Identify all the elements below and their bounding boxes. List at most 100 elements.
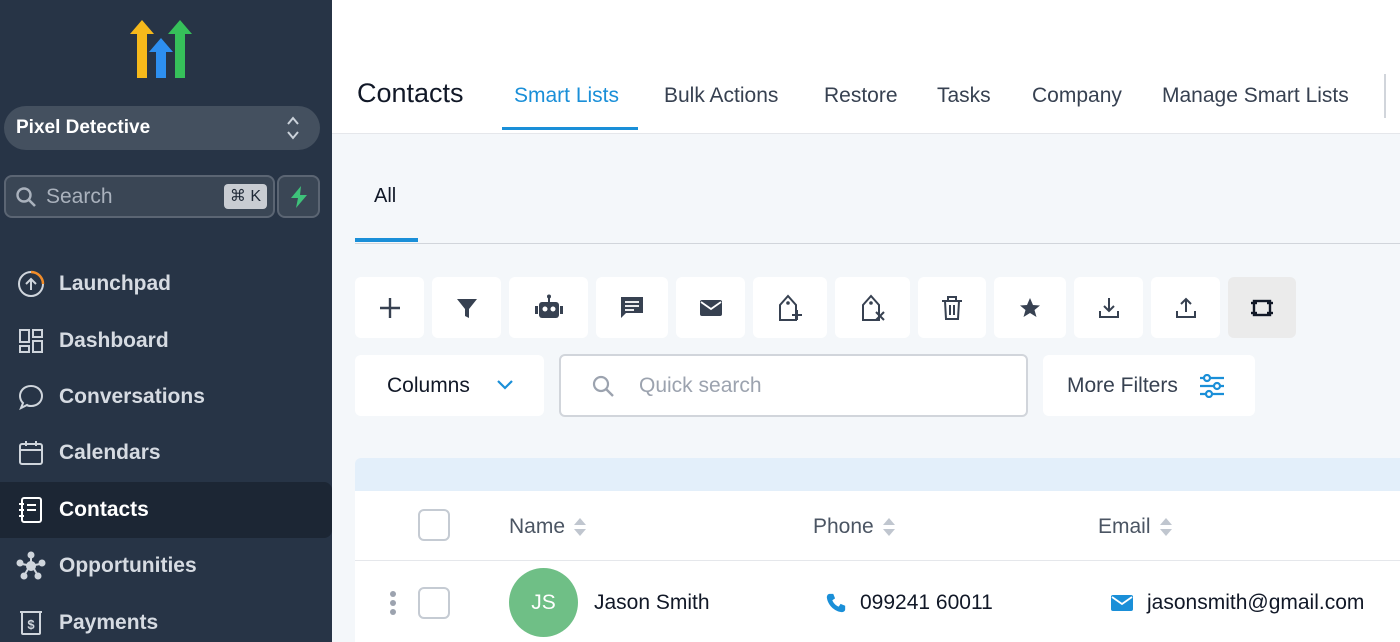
contact-phone: 099241 60011 xyxy=(860,591,993,614)
filter-button[interactable] xyxy=(432,277,501,338)
row-checkbox[interactable] xyxy=(418,587,450,619)
active-tab-indicator xyxy=(502,127,638,130)
launchpad-icon xyxy=(16,269,46,299)
sidebar: Pixel Detective Search ⌘ K Launchpad Das… xyxy=(0,0,332,642)
sidebar-item-contacts[interactable]: Contacts xyxy=(0,481,332,538)
quick-search-input[interactable]: Quick search xyxy=(559,354,1028,417)
contact-email-cell[interactable]: jasonsmith@gmail.com xyxy=(1110,591,1364,615)
calendar-icon xyxy=(16,438,46,468)
remove-tag-button[interactable] xyxy=(835,277,910,338)
robot-icon xyxy=(534,294,563,318)
search-icon xyxy=(592,375,614,397)
sort-icon xyxy=(574,518,587,536)
phone-icon xyxy=(826,593,846,613)
import-contacts-button[interactable] xyxy=(1074,277,1143,338)
svg-text:$: $ xyxy=(27,617,35,632)
column-label: Email xyxy=(1098,515,1151,538)
contact-phone-cell[interactable]: 099241 60011 xyxy=(825,591,993,615)
tab-restore[interactable]: Restore xyxy=(824,84,898,108)
column-header-email[interactable]: Email xyxy=(1098,515,1173,539)
sms-icon xyxy=(621,296,643,318)
sidebar-item-label: Dashboard xyxy=(59,328,169,352)
add-tag-icon xyxy=(779,293,802,321)
column-label: Name xyxy=(509,515,566,538)
send-sms-button[interactable] xyxy=(596,277,668,338)
import-icon xyxy=(1098,297,1119,318)
subtab-active-indicator xyxy=(355,238,418,242)
chevron-up-down-icon xyxy=(287,116,299,140)
select-all-checkbox[interactable] xyxy=(418,509,450,541)
tab-company[interactable]: Company xyxy=(1032,84,1122,108)
app-logo-icon[interactable] xyxy=(128,20,194,80)
export-contacts-button[interactable] xyxy=(1151,277,1220,338)
sort-icon xyxy=(1159,518,1172,536)
column-header-phone[interactable]: Phone xyxy=(813,515,896,539)
delete-contacts-button[interactable] xyxy=(918,277,986,338)
avatar: JS xyxy=(509,568,578,637)
tab-tasks[interactable]: Tasks xyxy=(937,84,991,108)
quick-actions-button[interactable] xyxy=(277,175,320,218)
star-icon xyxy=(1020,297,1040,317)
sidebar-item-payments[interactable]: $ Payments xyxy=(0,594,332,642)
columns-dropdown[interactable]: Columns xyxy=(355,355,544,416)
sidebar-item-label: Contacts xyxy=(59,497,149,521)
restore-icon xyxy=(1251,299,1273,316)
add-to-favorites-button[interactable] xyxy=(994,277,1066,338)
sidebar-item-label: Conversations xyxy=(59,384,205,408)
location-switcher[interactable]: Pixel Detective xyxy=(4,106,320,150)
sidebar-item-label: Calendars xyxy=(59,441,161,465)
more-filters-label: More Filters xyxy=(1067,373,1178,397)
add-contact-button[interactable] xyxy=(355,277,424,338)
contacts-book-icon xyxy=(16,495,46,525)
top-bar: Contacts Smart Lists Bulk Actions Restor… xyxy=(332,0,1400,134)
sidebar-item-label: Launchpad xyxy=(59,272,172,296)
more-filters-button[interactable]: More Filters xyxy=(1043,355,1255,416)
sidebar-item-label: Payments xyxy=(59,610,159,634)
sidebar-item-calendars[interactable]: Calendars xyxy=(0,425,332,481)
remove-tag-icon xyxy=(861,293,885,321)
sidebar-item-opportunities[interactable]: Opportunities xyxy=(0,538,332,594)
add-tag-button[interactable] xyxy=(753,277,827,338)
email-icon xyxy=(699,299,722,316)
columns-label: Columns xyxy=(387,373,470,397)
sidebar-search[interactable]: Search ⌘ K xyxy=(4,175,275,218)
sidebar-search-placeholder: Search xyxy=(46,184,113,208)
header-divider xyxy=(1384,74,1386,118)
kebab-menu-icon[interactable] xyxy=(389,590,397,616)
contact-name[interactable]: Jason Smith xyxy=(594,591,710,615)
column-header-name[interactable]: Name xyxy=(509,515,587,539)
sidebar-item-conversations[interactable]: Conversations xyxy=(0,369,332,425)
location-name: Pixel Detective xyxy=(16,117,151,138)
send-email-button[interactable] xyxy=(676,277,745,338)
quick-search-placeholder: Quick search xyxy=(639,373,762,397)
table-row[interactable]: JS Jason Smith 099241 60011 jasonsmith@g… xyxy=(355,562,1400,642)
contacts-table: Name Phone Email JS Jason Smith 099241 6… xyxy=(355,491,1400,642)
subtab-divider xyxy=(355,243,1400,244)
sidebar-item-launchpad[interactable]: Launchpad xyxy=(0,256,332,312)
add-icon xyxy=(379,297,400,318)
smart-list-tab-all[interactable]: All xyxy=(374,185,396,208)
restore-contacts-button[interactable] xyxy=(1228,277,1296,338)
delete-icon xyxy=(942,295,962,320)
filter-icon xyxy=(456,298,477,318)
sort-icon xyxy=(882,518,895,536)
sidebar-nav: Launchpad Dashboard Conversations Calend… xyxy=(0,256,332,642)
page-title: Contacts xyxy=(357,78,464,108)
chat-bubble-icon xyxy=(16,382,46,412)
opportunities-icon xyxy=(16,551,46,581)
table-top-band xyxy=(355,458,1400,491)
lightning-bolt-icon xyxy=(290,185,307,208)
sliders-icon xyxy=(1200,374,1224,398)
chevron-down-icon xyxy=(497,380,513,390)
sidebar-item-dashboard[interactable]: Dashboard xyxy=(0,312,332,368)
contact-email: jasonsmith@gmail.com xyxy=(1147,591,1365,614)
add-to-workflow-button[interactable] xyxy=(509,277,588,338)
dashboard-icon xyxy=(16,326,46,356)
search-shortcut-badge: ⌘ K xyxy=(223,184,267,209)
tab-smart-lists[interactable]: Smart Lists xyxy=(514,84,619,108)
tab-manage-smart-lists[interactable]: Manage Smart Lists xyxy=(1162,84,1349,108)
column-label: Phone xyxy=(813,515,874,538)
email-icon xyxy=(1111,595,1133,611)
table-header: Name Phone Email xyxy=(355,491,1400,561)
tab-bulk-actions[interactable]: Bulk Actions xyxy=(664,84,778,108)
